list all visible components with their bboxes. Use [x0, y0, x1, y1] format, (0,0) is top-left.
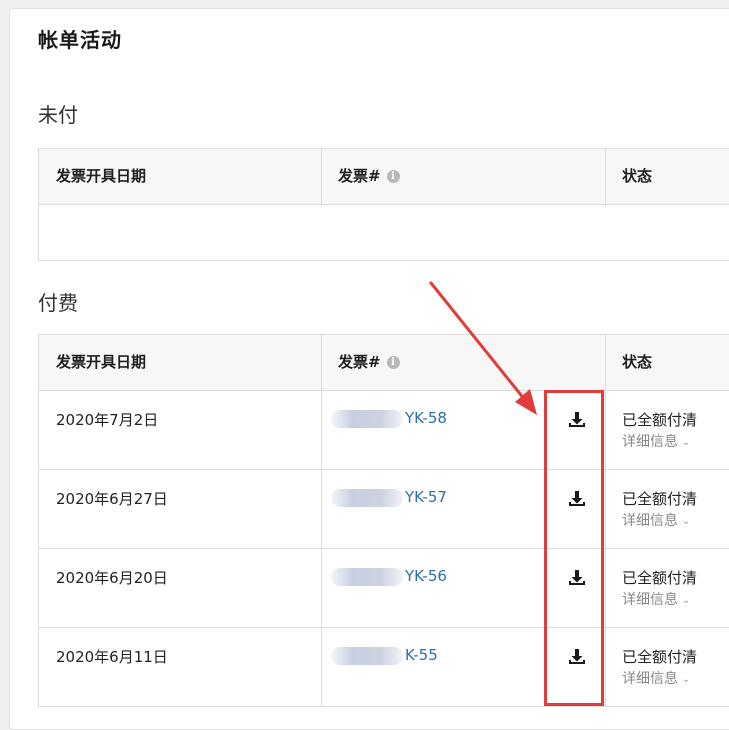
download-icon[interactable] — [566, 567, 588, 589]
chevron-down-icon[interactable]: ⌄ — [682, 516, 690, 527]
column-divider — [605, 470, 606, 548]
column-divider — [321, 628, 322, 706]
header-invoice-number: 发票# i — [338, 149, 400, 204]
details-toggle[interactable]: 详细信息 ⌄ — [622, 668, 690, 688]
invoice-link[interactable]: YK-57 — [331, 488, 447, 507]
paid-table-header: 发票开具日期 发票# i 状态 — [39, 335, 729, 391]
table-row: 2020年6月20日 YK-56 已全额付清 详细信息 ⌄ — [39, 549, 729, 628]
invoice-date: 2020年6月11日 — [56, 648, 168, 666]
download-button[interactable] — [566, 646, 588, 668]
invoice-date: 2020年6月20日 — [56, 569, 168, 587]
column-divider — [605, 549, 606, 627]
details-label[interactable]: 详细信息 — [622, 592, 678, 608]
details-toggle[interactable]: 详细信息 ⌄ — [622, 510, 690, 530]
column-divider — [321, 549, 322, 627]
column-divider — [605, 391, 606, 469]
info-icon[interactable]: i — [386, 356, 400, 369]
download-icon[interactable] — [566, 646, 588, 668]
column-divider — [321, 149, 322, 204]
column-divider — [321, 335, 322, 390]
paid-table: 发票开具日期 发票# i 状态 2020年7月2日 YK-58 已全额付清 详细信… — [38, 334, 729, 707]
redacted-text — [331, 646, 403, 665]
invoice-number[interactable]: YK-56 — [405, 567, 447, 585]
header-invoice-date: 发票开具日期 — [56, 167, 147, 185]
download-button[interactable] — [566, 488, 588, 510]
redacted-text — [331, 409, 403, 428]
download-button[interactable] — [566, 567, 588, 589]
table-row: 2020年6月11日 K-55 已全额付清 详细信息 ⌄ — [39, 628, 729, 707]
unpaid-section-title: 未付 — [38, 103, 78, 127]
download-button[interactable] — [566, 409, 588, 431]
invoice-link[interactable]: YK-58 — [331, 409, 447, 428]
invoice-link[interactable]: K-55 — [331, 646, 438, 665]
column-divider — [605, 335, 606, 390]
table-row: 2020年7月2日 YK-58 已全额付清 详细信息 ⌄ — [39, 391, 729, 470]
column-divider — [605, 149, 606, 204]
paid-section-title: 付费 — [38, 291, 78, 315]
page-title: 帐单活动 — [38, 28, 122, 52]
header-invoice-date: 发票开具日期 — [56, 353, 147, 371]
column-divider — [321, 391, 322, 469]
invoice-date: 2020年7月2日 — [56, 411, 159, 429]
header-status: 状态 — [622, 353, 653, 371]
invoice-number[interactable]: YK-58 — [405, 409, 447, 427]
details-toggle[interactable]: 详细信息 ⌄ — [622, 431, 690, 451]
invoice-link[interactable]: YK-56 — [331, 567, 447, 586]
download-icon[interactable] — [566, 409, 588, 431]
invoice-number[interactable]: K-55 — [405, 646, 438, 664]
details-toggle[interactable]: 详细信息 ⌄ — [622, 589, 690, 609]
invoice-number[interactable]: YK-57 — [405, 488, 447, 506]
redacted-text — [331, 488, 403, 507]
status-text: 已全额付清 — [622, 569, 698, 587]
status-text: 已全额付清 — [622, 648, 698, 666]
status-text: 已全额付清 — [622, 411, 698, 429]
header-invoice-number: 发票# i — [338, 335, 400, 390]
header-invoice-number-label: 发票# — [338, 167, 381, 185]
details-label[interactable]: 详细信息 — [622, 513, 678, 529]
redacted-text — [331, 567, 403, 586]
unpaid-table-header: 发票开具日期 发票# i 状态 — [39, 149, 729, 205]
chevron-down-icon[interactable]: ⌄ — [682, 674, 690, 685]
status-text: 已全额付清 — [622, 490, 698, 508]
unpaid-table: 发票开具日期 发票# i 状态 — [38, 148, 729, 261]
header-status: 状态 — [622, 167, 653, 185]
download-icon[interactable] — [566, 488, 588, 510]
column-divider — [321, 470, 322, 548]
table-row: 2020年6月27日 YK-57 已全额付清 详细信息 ⌄ — [39, 470, 729, 549]
details-label[interactable]: 详细信息 — [622, 434, 678, 450]
info-icon[interactable]: i — [386, 170, 400, 183]
invoice-date: 2020年6月27日 — [56, 490, 168, 508]
column-divider — [605, 628, 606, 706]
chevron-down-icon[interactable]: ⌄ — [682, 437, 690, 448]
chevron-down-icon[interactable]: ⌄ — [682, 595, 690, 606]
details-label[interactable]: 详细信息 — [622, 671, 678, 687]
empty-row — [39, 205, 729, 261]
header-invoice-number-label: 发票# — [338, 353, 381, 371]
